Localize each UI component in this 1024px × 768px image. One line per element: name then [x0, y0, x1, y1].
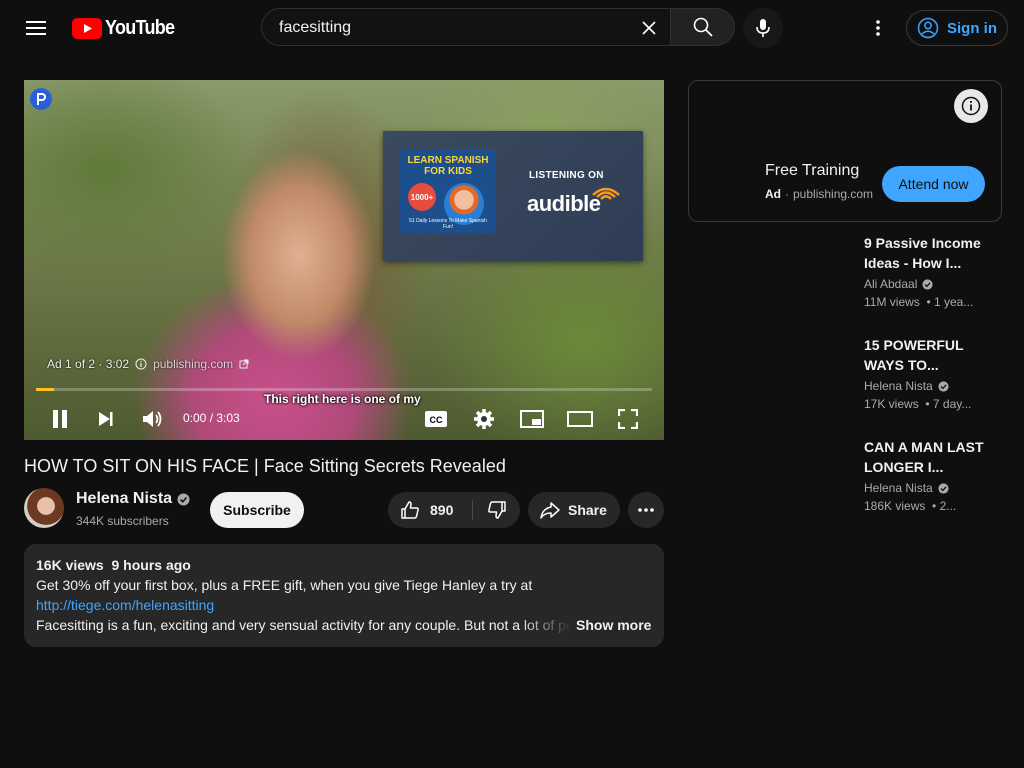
- sign-in-label: Sign in: [947, 19, 997, 37]
- channel-name[interactable]: Helena Nista: [76, 490, 190, 508]
- recommended-video[interactable]: 15 POWERFUL WAYS TO... Helena Nista 17K …: [864, 335, 994, 411]
- time-display: 0:00 / 3:03: [183, 411, 240, 425]
- search-input[interactable]: facesitting: [279, 19, 351, 37]
- description-box[interactable]: 16K views 9 hours ago Get 30% off your f…: [24, 544, 664, 647]
- captions-icon[interactable]: CC: [421, 404, 451, 434]
- view-count-date: 16K views 9 hours ago: [36, 557, 191, 573]
- rec-channel: Ali Abdaal: [864, 277, 994, 291]
- verified-icon: [177, 493, 190, 505]
- verified-icon: [938, 380, 949, 392]
- ad-card[interactable]: Free Training Ad · publishing.com Attend…: [688, 80, 1002, 222]
- ad-separator: ·: [785, 187, 789, 201]
- description-line: Get 30% off your first box, plus a FREE …: [36, 577, 533, 593]
- verified-icon: [938, 482, 949, 494]
- pause-icon[interactable]: [45, 404, 75, 434]
- top-bar: YouTube facesitting Sign in: [0, 0, 1024, 56]
- player-controls: 0:00 / 3:03 CC: [24, 398, 664, 440]
- rec-channel-label: Ali Abdaal: [864, 277, 918, 291]
- search-icon: [693, 17, 713, 37]
- description-line: Facesitting is a fun, exciting and very …: [36, 617, 572, 633]
- next-icon[interactable]: [91, 404, 121, 434]
- channel-name-label: Helena Nista: [76, 490, 173, 507]
- share-icon: [540, 502, 560, 519]
- ad-title[interactable]: Free Training: [765, 162, 859, 180]
- logo-text: YouTube: [105, 17, 175, 39]
- ad-meta: Ad · publishing.com: [765, 187, 873, 201]
- share-button[interactable]: Share: [528, 492, 620, 528]
- recommended-video[interactable]: 9 Passive Income Ideas - How I... Ali Ab…: [864, 233, 994, 309]
- rec-title: 15 POWERFUL WAYS TO...: [864, 337, 964, 373]
- show-more-button[interactable]: Show more: [576, 617, 651, 633]
- rec-meta: 186K views • 2...: [864, 499, 957, 513]
- svg-text:CC: CC: [430, 415, 443, 425]
- ad-label: Ad: [765, 187, 781, 201]
- video-player[interactable]: LEARN SPANISH FOR KIDS 1000+ 51 Daily Le…: [24, 80, 664, 440]
- search-button[interactable]: [671, 8, 735, 46]
- clear-search-icon[interactable]: [636, 15, 662, 41]
- attend-now-button[interactable]: Attend now: [882, 166, 985, 202]
- ad-domain: publishing.com: [793, 187, 874, 201]
- youtube-play-icon: [72, 18, 102, 39]
- book-badge: 1000+: [408, 183, 436, 211]
- dislike-button[interactable]: [473, 492, 520, 528]
- search-box[interactable]: facesitting: [261, 8, 671, 46]
- more-actions-button[interactable]: [628, 492, 664, 528]
- thumbs-up-icon: [401, 501, 419, 519]
- more-horizontal-icon: [638, 508, 654, 512]
- audible-promo-overlay: LEARN SPANISH FOR KIDS 1000+ 51 Daily Le…: [383, 131, 643, 261]
- rec-title: 9 Passive Income Ideas - How I...: [864, 235, 981, 271]
- info-icon[interactable]: [135, 358, 147, 370]
- external-link-icon: [239, 359, 249, 369]
- miniplayer-icon[interactable]: [517, 404, 547, 434]
- ad-domain-link[interactable]: publishing.com: [153, 357, 233, 371]
- settings-more-icon[interactable]: [864, 14, 892, 42]
- rec-title: CAN A MAN LAST LONGER I...: [864, 439, 984, 475]
- rec-channel-label: Helena Nista: [864, 379, 933, 393]
- like-dislike-group: 890: [388, 492, 520, 528]
- advertiser-logo-icon[interactable]: [30, 88, 52, 110]
- audible-signal-icon: [592, 187, 620, 200]
- ad-info: Ad 1 of 2 · 3:02 publishing.com: [47, 357, 249, 371]
- sign-in-button[interactable]: Sign in: [906, 10, 1008, 46]
- recommended-video[interactable]: CAN A MAN LAST LONGER I... Helena Nista …: [864, 437, 994, 513]
- rec-channel: Helena Nista: [864, 481, 994, 495]
- book-subtitle: 51 Daily Lessons To Make Spanish Fun!: [409, 218, 487, 230]
- volume-icon[interactable]: [138, 404, 168, 434]
- rec-channel-label: Helena Nista: [864, 481, 933, 495]
- book-title: LEARN SPANISH FOR KIDS: [407, 155, 489, 177]
- settings-gear-icon[interactable]: [469, 404, 499, 434]
- video-title: HOW TO SIT ON HIS FACE | Face Sitting Se…: [24, 456, 506, 476]
- like-count: 890: [430, 502, 454, 518]
- thumbs-down-icon: [487, 501, 506, 519]
- theater-mode-icon[interactable]: [565, 404, 595, 434]
- subscribe-button[interactable]: Subscribe: [210, 492, 304, 528]
- rec-meta: 11M views • 1 yea...: [864, 295, 974, 309]
- subscriber-count: 344K subscribers: [76, 514, 169, 528]
- youtube-logo[interactable]: YouTube: [72, 17, 182, 40]
- rec-channel: Helena Nista: [864, 379, 994, 393]
- account-icon: [917, 17, 939, 39]
- ad-count-label: Ad 1 of 2 · 3:02: [47, 357, 130, 371]
- like-button[interactable]: 890: [388, 492, 472, 528]
- ad-info-icon[interactable]: [954, 89, 988, 123]
- rec-meta: 17K views • 7 day...: [864, 397, 972, 411]
- channel-avatar[interactable]: [24, 488, 64, 528]
- progress-bar[interactable]: [36, 388, 652, 391]
- voice-search-button[interactable]: [743, 8, 783, 48]
- share-label: Share: [568, 502, 607, 518]
- description-link[interactable]: http://tiege.com/helenasitting: [36, 597, 214, 613]
- book-cover: LEARN SPANISH FOR KIDS 1000+ 51 Daily Le…: [400, 149, 496, 233]
- microphone-icon: [756, 19, 770, 37]
- fullscreen-icon[interactable]: [613, 404, 643, 434]
- verified-icon: [922, 278, 933, 290]
- menu-icon[interactable]: [20, 12, 52, 44]
- audible-brand: audible: [527, 191, 601, 216]
- listening-on-text: LISTENING ON: [529, 170, 604, 181]
- progress-fill: [36, 388, 55, 391]
